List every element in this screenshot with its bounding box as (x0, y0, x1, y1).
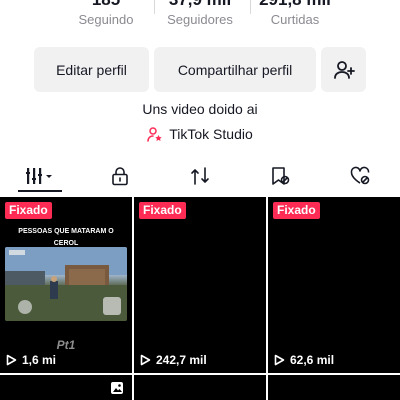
stat-likes-value: 291,8 mil (240, 0, 350, 12)
play-icon (6, 354, 17, 366)
view-count-label: 242,7 mil (156, 353, 207, 367)
tab-favorites[interactable] (260, 160, 300, 192)
stat-likes[interactable]: 291,8 mil Curtidas (240, 0, 350, 28)
view-count: 62,6 mil (274, 353, 334, 367)
stat-followers-value: 37,9 mil (145, 0, 255, 12)
video-thumbnail[interactable]: Fixado 62,6 mil (268, 197, 400, 373)
profile-stats: 185 Seguindo 37,9 mil Seguidores 291,8 m… (0, 0, 400, 38)
thumbnail-game-scene (5, 247, 127, 321)
profile-tabs (0, 160, 400, 192)
tiktok-studio-icon (147, 127, 162, 142)
pinned-badge: Fixado (139, 202, 186, 219)
pinned-badge: Fixado (5, 202, 52, 219)
stat-followers-label: Seguidores (167, 12, 233, 27)
view-count-label: 62,6 mil (290, 353, 335, 367)
photo-icon (111, 382, 123, 394)
video-thumbnail[interactable] (268, 375, 400, 400)
add-person-icon (333, 60, 355, 79)
tiktok-studio-label: TikTok Studio (169, 126, 253, 142)
active-tab-indicator (18, 190, 62, 192)
bookmark-icon (272, 167, 290, 185)
tab-liked[interactable] (340, 160, 380, 192)
view-count: 1,6 mi (6, 353, 56, 367)
edit-profile-button[interactable]: Editar perfil (34, 47, 149, 92)
video-grid: Fixado PESSOAS QUE MATARAM O CEROL Pt1 1… (0, 197, 400, 400)
video-thumbnail[interactable]: Fixado 242,7 mil (134, 197, 266, 373)
game-scene-image (5, 247, 127, 321)
grid-icon (26, 168, 52, 184)
video-thumbnail[interactable]: Fixado PESSOAS QUE MATARAM O CEROL Pt1 1… (0, 197, 132, 373)
tab-videos[interactable] (20, 160, 60, 192)
video-thumbnail[interactable] (134, 375, 266, 400)
share-profile-button[interactable]: Compartilhar perfil (154, 47, 316, 92)
view-count: 242,7 mil (140, 353, 207, 367)
play-icon (140, 354, 151, 366)
repost-icon (191, 167, 209, 185)
tiktok-studio-link[interactable]: TikTok Studio (0, 126, 400, 142)
add-friend-button[interactable] (321, 47, 366, 92)
tab-private[interactable] (100, 160, 140, 192)
liked-heart-icon (350, 166, 370, 185)
pinned-badge: Fixado (273, 202, 320, 219)
thumbnail-overlay-subtitle: Pt1 (56, 338, 76, 352)
stat-followers[interactable]: 37,9 mil Seguidores (145, 0, 255, 28)
lock-icon (112, 167, 128, 186)
view-count-label: 1,6 mi (22, 353, 57, 367)
play-icon (274, 354, 285, 366)
tab-reposts[interactable] (180, 160, 220, 192)
stat-likes-label: Curtidas (270, 12, 320, 27)
profile-bio: Uns video doido ai (142, 101, 258, 117)
video-thumbnail[interactable] (0, 375, 132, 400)
